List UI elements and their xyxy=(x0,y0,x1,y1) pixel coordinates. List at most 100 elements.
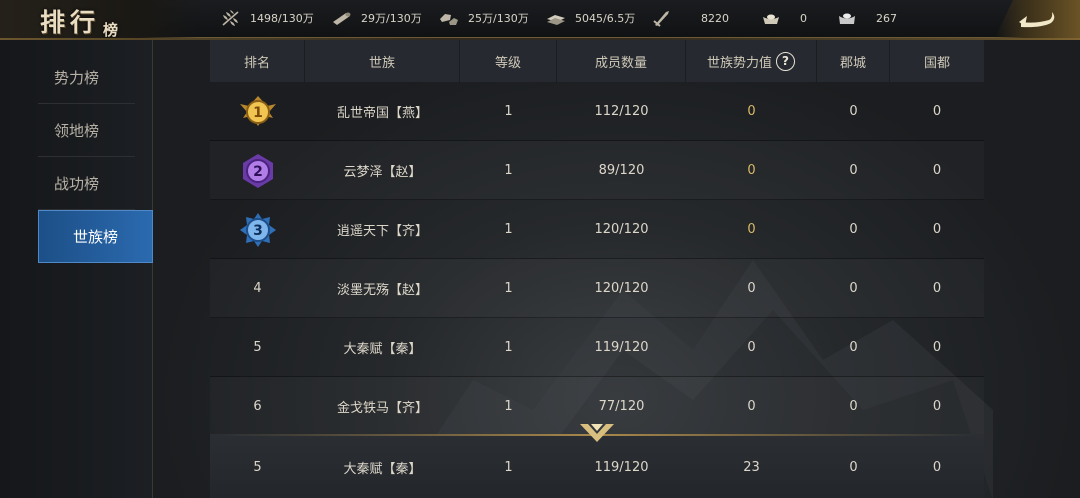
clan-level: 1 xyxy=(504,399,513,414)
clan-commandery: 0 xyxy=(849,340,858,355)
clan-rank: 5 xyxy=(253,340,262,355)
page-title-sub: 榜 xyxy=(103,21,119,39)
clan-name[interactable]: 乱世帝国【燕】 xyxy=(305,82,460,141)
clan-members: 119/120 xyxy=(594,340,649,355)
clan-rank: 6 xyxy=(253,399,262,414)
clan-capital: 0 xyxy=(932,104,942,119)
wood-icon xyxy=(331,9,353,27)
clan-capital: 0 xyxy=(932,163,942,178)
sidebar-item-label: 领地榜 xyxy=(53,122,99,140)
column-header-capital: 国都 xyxy=(923,55,950,71)
clan-commandery: 0 xyxy=(849,104,858,119)
own-clan-rank: 5 xyxy=(253,460,262,475)
clan-level: 1 xyxy=(504,281,513,296)
svg-text:2: 2 xyxy=(253,164,263,180)
column-header-commandery: 郡城 xyxy=(817,40,890,82)
gold-ingot-icon xyxy=(760,9,782,27)
page-title-main: 排行 xyxy=(40,8,101,37)
clan-name[interactable]: 淡墨无殇【赵】 xyxy=(305,259,460,318)
sidebar-item-label: 战功榜 xyxy=(53,175,99,193)
clan-level: 1 xyxy=(504,340,513,355)
clan-power: 0 xyxy=(747,222,756,237)
column-header-rank: 排名 xyxy=(210,40,305,82)
table-row[interactable]: 4 淡墨无殇【赵】 1 120/120 0 0 0 xyxy=(210,259,984,318)
table-row[interactable]: 2 云梦泽【赵】 1 89/120 0 0 0 xyxy=(210,141,984,200)
clan-members: 120/120 xyxy=(594,222,649,237)
silver-ingot-icon xyxy=(836,9,858,27)
sword-icon xyxy=(651,9,673,27)
stone-icon xyxy=(438,9,460,27)
table-row[interactable]: 5 大秦赋【秦】 1 119/120 0 0 0 xyxy=(210,318,984,377)
clan-capital: 0 xyxy=(932,340,942,355)
resource-iron: 5045/6.5万 xyxy=(545,0,635,36)
clan-members: 89/120 xyxy=(598,163,645,178)
blue-medal-icon: 3 xyxy=(239,212,276,247)
clan-name[interactable]: 大秦赋【秦】 xyxy=(305,318,460,377)
own-clan-members: 119/120 xyxy=(594,460,649,475)
resource-gold-value: 0 xyxy=(800,11,807,25)
clan-level: 1 xyxy=(504,104,513,119)
svg-text:1: 1 xyxy=(253,105,263,121)
resource-silver: 267 xyxy=(836,0,897,36)
clan-commandery: 0 xyxy=(849,222,858,237)
resource-stone-value: 25万/130万 xyxy=(468,12,529,25)
clan-capital: 0 xyxy=(932,281,942,296)
back-arrow-icon xyxy=(1015,6,1059,34)
clan-power: 0 xyxy=(747,163,756,178)
gold-medal-icon: 1 xyxy=(239,95,276,126)
sidebar-item-label: 势力榜 xyxy=(53,69,99,87)
sidebar-item-label: 世族榜 xyxy=(72,228,118,246)
resource-military: 8220 xyxy=(651,0,729,36)
own-clan-commandery: 0 xyxy=(849,460,858,475)
table-header: 排名 世族 等级 成员数量 世族势力值 ? 郡城 国都 xyxy=(210,40,984,82)
column-header-clan: 世族 xyxy=(305,40,460,82)
clan-commandery: 0 xyxy=(849,281,858,296)
own-clan-power: 23 xyxy=(743,460,760,475)
clan-name[interactable]: 逍遥天下【齐】 xyxy=(305,200,460,259)
clan-level: 1 xyxy=(504,222,513,237)
column-header-power: 世族势力值 ? xyxy=(686,40,817,82)
resource-wood-value: 29万/130万 xyxy=(361,12,422,25)
svg-text:3: 3 xyxy=(253,223,263,239)
ranking-table: 排名 世族 等级 成员数量 世族势力值 ? 郡城 国都 1 乱世帝国【燕】 1 … xyxy=(210,40,984,498)
clan-members: 120/120 xyxy=(594,281,649,296)
sidebar-item-territory-rank[interactable]: 领地榜 xyxy=(0,104,153,157)
clan-power: 0 xyxy=(747,104,756,119)
clan-level: 1 xyxy=(504,163,513,178)
column-header-members: 成员数量 xyxy=(557,40,686,82)
wheat-icon xyxy=(220,9,242,27)
chevron-down-icon[interactable] xyxy=(578,421,616,445)
resource-wheat: 1498/130万 xyxy=(220,0,314,36)
iron-icon xyxy=(545,9,567,27)
clan-commandery: 0 xyxy=(849,163,858,178)
clan-members: 77/120 xyxy=(598,399,645,414)
help-icon[interactable]: ? xyxy=(776,51,795,71)
clan-members: 112/120 xyxy=(594,104,649,119)
sidebar: 势力榜 领地榜 战功榜 世族榜 xyxy=(0,40,153,498)
resource-iron-value: 5045/6.5万 xyxy=(575,12,636,25)
clan-capital: 0 xyxy=(932,222,942,237)
clan-name[interactable]: 金戈铁马【齐】 xyxy=(305,377,460,436)
sidebar-item-power-rank[interactable]: 势力榜 xyxy=(0,51,153,104)
sidebar-item-clan-rank[interactable]: 世族榜 xyxy=(38,210,153,263)
resource-wheat-value: 1498/130万 xyxy=(250,12,314,25)
page-title: 排行 榜 xyxy=(0,0,200,40)
table-row[interactable]: 1 乱世帝国【燕】 1 112/120 0 0 0 xyxy=(210,82,984,141)
resource-military-value: 8220 xyxy=(701,11,729,25)
column-header-level: 等级 xyxy=(460,40,557,82)
resource-silver-value: 267 xyxy=(876,11,897,25)
back-button[interactable] xyxy=(994,0,1080,40)
resource-stone: 25万/130万 xyxy=(438,0,529,36)
clan-capital: 0 xyxy=(932,399,942,414)
top-bar: 排行 榜 1498/130万 29万/130万 25万/130万 5045/6.… xyxy=(0,0,1080,40)
clan-power: 0 xyxy=(747,399,756,414)
table-row[interactable]: 3 逍遥天下【齐】 1 120/120 0 0 0 xyxy=(210,200,984,259)
purple-medal-icon: 2 xyxy=(242,153,273,188)
own-clan-level: 1 xyxy=(504,460,513,475)
clan-name[interactable]: 云梦泽【赵】 xyxy=(305,141,460,200)
column-header-power-label: 世族势力值 xyxy=(706,55,772,71)
sidebar-item-merit-rank[interactable]: 战功榜 xyxy=(0,157,153,210)
ranking-panel: 排名 世族 等级 成员数量 世族势力值 ? 郡城 国都 1 乱世帝国【燕】 1 … xyxy=(153,40,1080,498)
resource-gold: 0 xyxy=(760,0,807,36)
own-clan-name[interactable]: 大秦赋【秦】 xyxy=(305,438,460,497)
